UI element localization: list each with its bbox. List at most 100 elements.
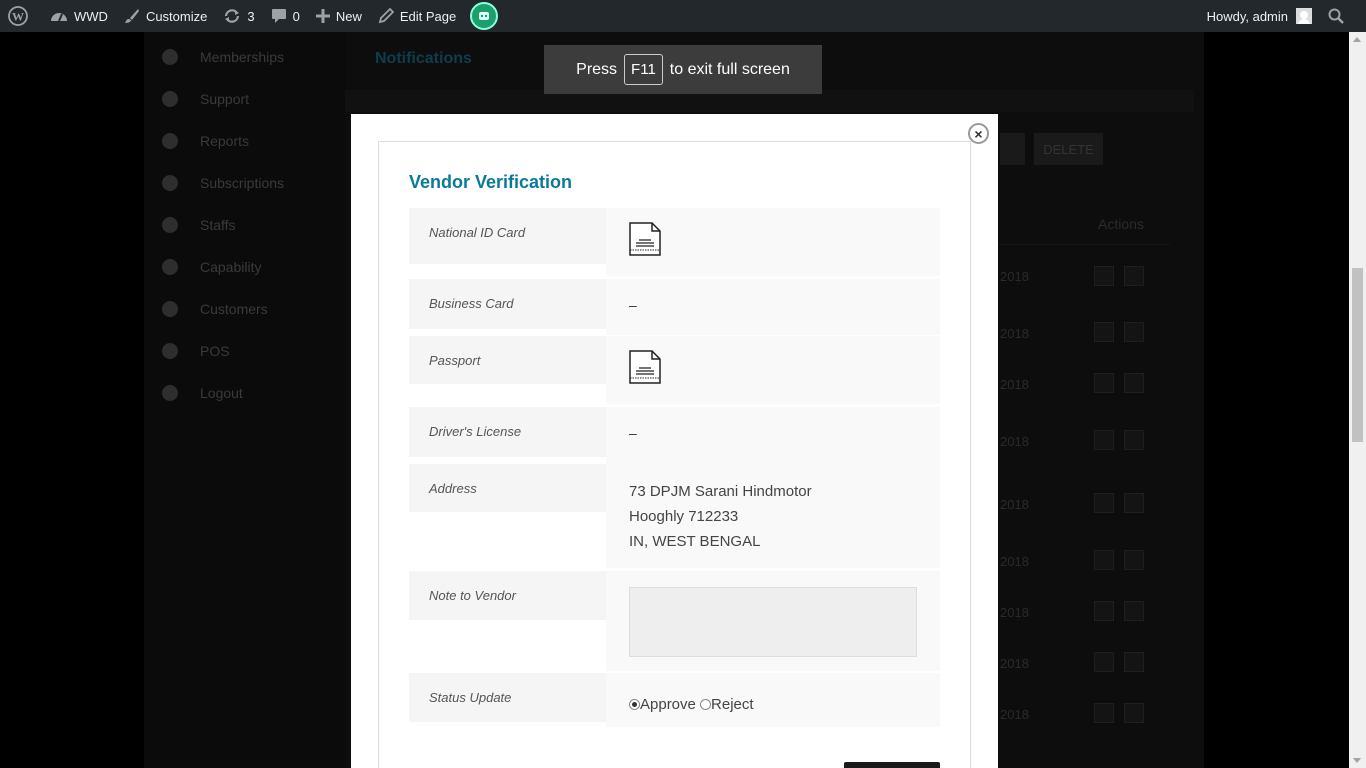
sidebar-item-staffs[interactable]: Staffs [144, 204, 345, 246]
search-icon [1328, 8, 1344, 24]
business-card-label: Business Card [409, 279, 606, 329]
approve-row-icon[interactable] [1094, 322, 1114, 342]
comments-link[interactable]: 0 [263, 0, 308, 32]
dashboard-sidebar: Memberships Support Reports Subscription… [144, 32, 345, 768]
my-account-menu[interactable]: Howdy, admin [1199, 0, 1320, 32]
logout-icon [162, 385, 178, 401]
document-icon[interactable] [629, 350, 661, 384]
passport-value [606, 336, 940, 404]
updates-link[interactable]: 3 [215, 0, 262, 32]
national-id-label: National ID Card [409, 208, 606, 264]
trash-row-icon[interactable] [1124, 266, 1144, 286]
support-icon [162, 91, 178, 107]
table-cell-date: 2018 [1000, 605, 1029, 620]
site-name-menu[interactable]: WWD [42, 0, 116, 32]
sidebar-item-memberships[interactable]: Memberships [144, 36, 345, 78]
trash-row-icon[interactable] [1124, 493, 1144, 513]
new-label: New [335, 8, 362, 24]
table-cell-date: 2018 [1000, 707, 1029, 722]
approve-radio[interactable] [629, 699, 640, 710]
wordpress-logo-icon[interactable]: W [0, 0, 42, 32]
approve-row-icon[interactable] [1094, 652, 1114, 672]
sidebar-item-pos[interactable]: POS [144, 330, 345, 372]
approve-row-icon[interactable] [1094, 373, 1114, 393]
passport-label: Passport [409, 336, 606, 384]
drivers-license-label: Driver's License [409, 407, 606, 457]
approve-row-icon[interactable] [1094, 493, 1114, 513]
note-label: Note to Vendor [409, 571, 606, 620]
customers-icon [162, 301, 178, 317]
pencil-icon [378, 8, 394, 24]
page-scrollbar[interactable] [1349, 32, 1366, 768]
status-value: Approve Reject [606, 673, 940, 727]
approve-row-icon[interactable] [1094, 430, 1114, 450]
plugin-badge-icon[interactable] [470, 2, 499, 30]
modal-title: Vendor Verification [409, 172, 573, 192]
reject-radio-label[interactable]: Reject [711, 696, 754, 713]
delete-button[interactable]: DELETE [1034, 133, 1103, 165]
trash-row-icon[interactable] [1124, 373, 1144, 393]
sidebar-item-label: Customers [200, 301, 268, 317]
note-value [606, 571, 940, 671]
trash-row-icon[interactable] [1124, 550, 1144, 570]
brush-icon [124, 9, 139, 23]
note-to-vendor-textarea[interactable] [629, 587, 917, 657]
edit-page-link[interactable]: Edit Page [370, 0, 464, 32]
trash-row-icon[interactable] [1124, 430, 1144, 450]
row-business-card: Business Card – [409, 279, 940, 335]
address-value: 73 DPJM Sarani Hindmotor Hooghly 712233 … [606, 464, 940, 568]
sidebar-item-capability[interactable]: Capability [144, 246, 345, 288]
scroll-up-arrow-icon[interactable] [1353, 37, 1361, 42]
sidebar-item-customers[interactable]: Customers [144, 288, 345, 330]
reject-radio[interactable] [700, 699, 712, 710]
drivers-license-empty: – [629, 425, 637, 441]
sidebar-item-support[interactable]: Support [144, 78, 345, 120]
plus-icon [315, 9, 330, 23]
approve-bulk-button[interactable] [1000, 133, 1025, 165]
sidebar-item-logout[interactable]: Logout [144, 372, 345, 414]
fullscreen-toast: Press F11 to exit full screen [544, 45, 822, 94]
sidebar-item-label: Staffs [200, 217, 236, 233]
updates-count: 3 [247, 8, 255, 24]
scroll-down-arrow-icon[interactable] [1353, 758, 1361, 763]
submit-button[interactable] [844, 762, 940, 768]
row-drivers-license: Driver's License – [409, 407, 940, 464]
trash-row-icon[interactable] [1124, 652, 1144, 672]
capability-icon [162, 259, 178, 275]
sidebar-item-label: Support [200, 91, 250, 107]
approve-radio-label[interactable]: Approve [640, 696, 696, 713]
search-button[interactable] [1320, 0, 1366, 32]
business-card-value: – [606, 279, 940, 335]
subscriptions-icon [162, 175, 178, 191]
sidebar-item-subscriptions[interactable]: Subscriptions [144, 162, 345, 204]
table-divider [995, 244, 1170, 245]
sidebar-item-reports[interactable]: Reports [144, 120, 345, 162]
trash-row-icon[interactable] [1124, 322, 1144, 342]
trash-row-icon[interactable] [1124, 703, 1144, 723]
trash-row-icon[interactable] [1124, 601, 1144, 621]
approve-row-icon[interactable] [1094, 266, 1114, 286]
sidebar-item-label: Capability [200, 259, 262, 275]
close-icon[interactable]: × [968, 123, 989, 144]
customize-link[interactable]: Customize [116, 0, 215, 32]
pos-icon [162, 343, 178, 359]
approve-row-icon[interactable] [1094, 550, 1114, 570]
approve-row-icon[interactable] [1094, 601, 1114, 621]
document-icon[interactable] [629, 222, 661, 256]
site-name: WWD [74, 8, 108, 24]
sidebar-item-label: Reports [200, 133, 250, 149]
row-status-update: Status Update Approve Reject [409, 673, 940, 727]
national-id-value [606, 208, 940, 276]
new-content-link[interactable]: New [308, 0, 370, 32]
table-cell-date: 2018 [1000, 326, 1029, 341]
sidebar-item-label: Memberships [200, 49, 285, 65]
address-label: Address [409, 464, 606, 512]
table-cell-date: 2018 [1000, 377, 1029, 392]
avatar [1296, 8, 1312, 24]
row-note-to-vendor: Note to Vendor [409, 571, 940, 671]
row-address: Address 73 DPJM Sarani Hindmotor Hooghly… [409, 464, 940, 568]
staffs-icon [162, 217, 178, 233]
scrollbar-thumb[interactable] [1352, 268, 1363, 442]
table-cell-date: 2018 [1000, 497, 1029, 512]
approve-row-icon[interactable] [1094, 703, 1114, 723]
